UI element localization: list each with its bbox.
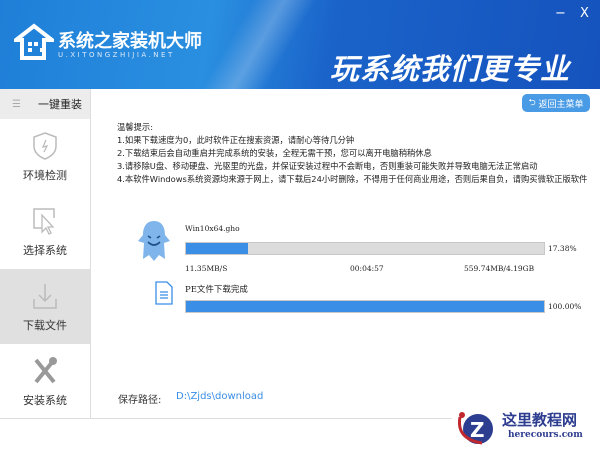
sidebar-item-environment-check[interactable]: 环境检测 (0, 119, 90, 194)
brand-name: 系统之家装机大师 (58, 31, 202, 52)
main-panel: ⮌ 返回主菜单 温馨提示: 1.如果下载速度为0，此时软件正在搜索资源，请耐心等… (91, 89, 600, 418)
pe-progress-fill (186, 301, 544, 312)
pe-download-status: PE文件下载完成 (185, 285, 248, 295)
close-button[interactable]: X (580, 6, 589, 21)
save-path-link[interactable]: D:\Zjds\download (176, 391, 263, 402)
tips-section: 温馨提示: 1.如果下载速度为0，此时软件正在搜索资源，请耐心等待几分钟 2.下… (117, 121, 587, 186)
sidebar-item-download-files[interactable]: 下载文件 (0, 269, 90, 344)
download-icon (33, 283, 57, 309)
tools-icon (34, 356, 57, 383)
sidebar-header[interactable]: ☰ 一键重装 (0, 89, 90, 119)
logo-house-icon (14, 23, 54, 60)
header-banner: 系统之家装机大师 U.XITONGZHIJIA.NET 玩系统我们更专业 − X (0, 0, 600, 89)
pe-progress-label: 100.00% (548, 302, 582, 311)
brand-url: U.XITONGZHIJIA.NET (58, 51, 175, 59)
sidebar-item-select-system[interactable]: 选择系统 (0, 194, 90, 269)
back-to-main-menu-button[interactable]: ⮌ 返回主菜单 (522, 94, 590, 112)
watermark-title: 这里教程网 (502, 411, 578, 429)
tip-line: 3.请移除U盘、移动硬盘、光驱里的光盘，并保证安装过程中不会断电，否则重装可能失… (117, 161, 538, 171)
save-path-label: 保存路径: (118, 395, 162, 406)
back-button-label: 返回主菜单 (538, 99, 584, 110)
watermark: Z 这里教程网 herecours.com (452, 405, 600, 450)
tip-line: 1.如果下载速度为0，此时软件正在搜索资源，请耐心等待几分钟 (117, 135, 355, 145)
sidebar-item-label: 环境检测 (23, 168, 67, 182)
shield-icon (33, 131, 57, 160)
download-progress-bar (185, 242, 545, 255)
ghost-icon (138, 221, 170, 261)
download-file-name: Win10x64.gho (185, 224, 240, 233)
sidebar-item-label: 安装系统 (23, 393, 67, 407)
tip-line: 4.本软件Windows系统资源均来源于网上，请下载后24小时删除，不得用于任何… (117, 174, 588, 184)
sidebar-item-label: 选择系统 (23, 243, 67, 257)
menu-icon: ☰ (12, 98, 21, 110)
download-progress-label: 17.38% (548, 244, 577, 253)
sidebar-item-install-system[interactable]: 安装系统 (0, 344, 90, 419)
back-arrow-icon: ⮌ (528, 98, 539, 108)
sidebar-header-label: 一键重装 (38, 98, 82, 111)
watermark-url: herecours.com (508, 430, 583, 440)
watermark-logo-icon: Z (457, 412, 493, 445)
slogan: 玩系统我们更专业 (330, 52, 571, 86)
download-speed: 11.35MB/S (185, 264, 228, 273)
sidebar-item-label: 下载文件 (23, 318, 67, 332)
tip-line: 2.下载结束后会自动重启并完成系统的安装，全程无需干预，您可以离开电脑稍稍休息 (117, 148, 432, 158)
download-size: 559.74MB/4.19GB (464, 264, 535, 273)
cursor-icon (33, 207, 55, 235)
document-icon (155, 281, 173, 305)
svg-text:Z: Z (470, 418, 485, 442)
sidebar: ☰ 一键重装 环境检测 选择系统 下载文件 安装系统 (0, 89, 91, 418)
download-progress-fill (186, 243, 249, 254)
pe-progress-bar (185, 300, 545, 313)
minimize-button[interactable]: − (555, 6, 566, 21)
download-time-remaining: 00:04:57 (350, 264, 384, 273)
tips-title: 温馨提示: (117, 122, 153, 132)
